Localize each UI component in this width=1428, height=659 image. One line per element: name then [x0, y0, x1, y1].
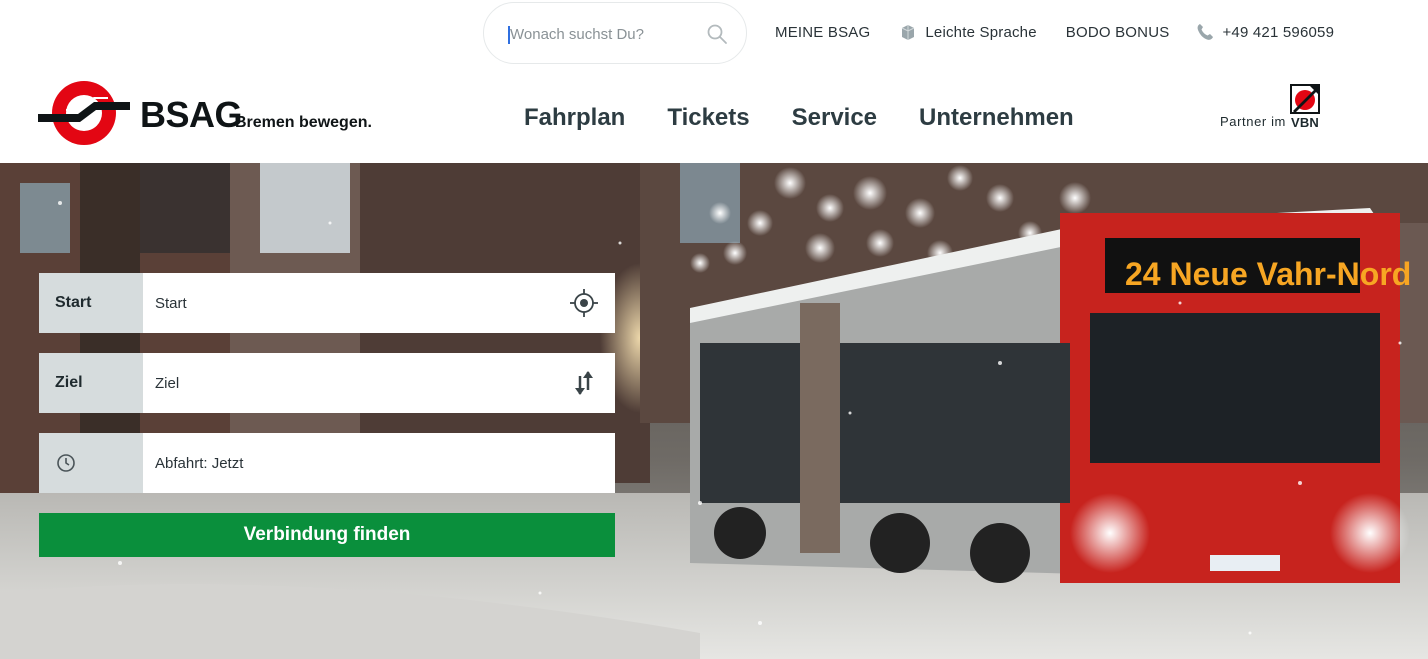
vbn-logo-icon — [1290, 84, 1320, 114]
utility-nav: MEINE BSAG Leichte Sprache BODO BONUS +4… — [775, 21, 1334, 43]
brand-tagline: Bremen bewegen. — [235, 114, 372, 131]
departure-time-value: Abfahrt: Jetzt — [155, 454, 244, 472]
ziel-field — [143, 353, 615, 413]
ziel-row: Ziel — [39, 353, 615, 413]
vbn-partner-badge[interactable]: Partner im VBN — [1220, 84, 1320, 130]
nav-tickets[interactable]: Tickets — [667, 104, 749, 132]
main-header: BSAG Bremen bewegen. Fahrplan Tickets Se… — [0, 64, 1428, 163]
bodo-bonus-link[interactable]: BODO BONUS — [1066, 24, 1170, 41]
phone-number: +49 421 596059 — [1222, 23, 1335, 41]
time-field[interactable]: Abfahrt: Jetzt — [143, 433, 615, 493]
bsag-logo-mark — [38, 81, 130, 145]
meine-bsag-link[interactable]: MEINE BSAG — [775, 24, 870, 41]
start-input[interactable] — [143, 273, 615, 333]
leichte-sprache-icon — [902, 25, 915, 40]
bsag-logo[interactable]: BSAG Bremen bewegen. — [38, 80, 372, 150]
brand-name: BSAG — [140, 94, 243, 135]
nav-service[interactable]: Service — [792, 104, 877, 132]
top-bar: MEINE BSAG Leichte Sprache BODO BONUS +4… — [0, 0, 1428, 64]
time-row[interactable]: Abfahrt: Jetzt — [39, 433, 615, 493]
time-label — [39, 433, 143, 493]
leichte-sprache-link[interactable]: Leichte Sprache — [898, 22, 1037, 42]
phone-icon — [1198, 24, 1214, 40]
start-field — [143, 273, 615, 333]
hero-banner: 24 Neue Vahr-Nord Start Start Ziel Ziel … — [0, 163, 1428, 659]
start-row: Start — [39, 273, 615, 333]
main-nav: Fahrplan Tickets Service Unternehmen — [524, 104, 1116, 132]
phone-link[interactable]: +49 421 596059 — [1195, 22, 1334, 42]
clock-icon — [57, 454, 75, 472]
nav-fahrplan[interactable]: Fahrplan — [524, 104, 625, 132]
vbn-logo: VBN — [1290, 84, 1320, 130]
journey-planner: Start Ziel — [39, 273, 615, 557]
vbn-label: VBN — [1290, 115, 1320, 130]
search-input[interactable] — [510, 21, 700, 47]
bus-destination-sign: 24 Neue Vahr-Nord — [1125, 256, 1411, 292]
search-icon[interactable] — [706, 23, 728, 45]
ziel-input[interactable] — [143, 353, 615, 413]
swap-arrows-icon[interactable] — [569, 368, 599, 398]
nav-unternehmen[interactable]: Unternehmen — [919, 104, 1074, 132]
start-label: Start — [39, 273, 143, 333]
leichte-sprache-label: Leichte Sprache — [925, 23, 1037, 41]
site-search[interactable] — [483, 2, 747, 64]
locate-me-icon[interactable] — [569, 288, 599, 318]
find-connection-button[interactable]: Verbindung finden — [39, 513, 615, 557]
partner-text: Partner im — [1220, 114, 1286, 129]
ziel-label: Ziel — [39, 353, 143, 413]
